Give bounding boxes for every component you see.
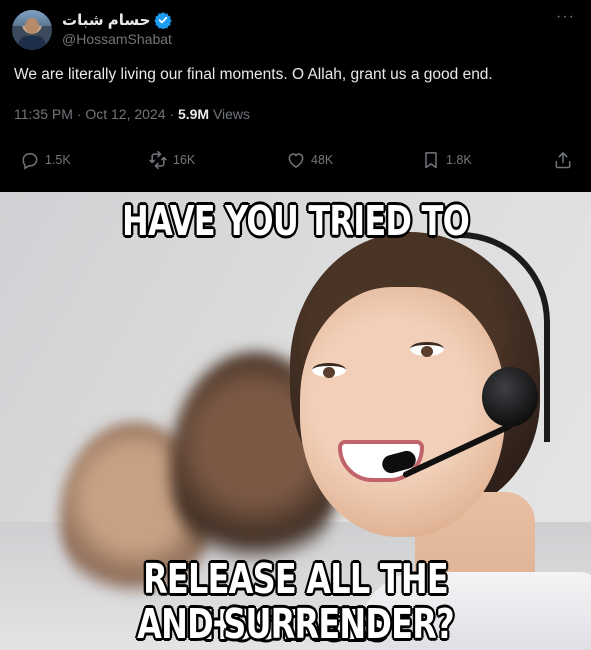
like-icon [288, 153, 304, 168]
woman-eye-right [410, 342, 444, 357]
reply-icon [22, 153, 38, 170]
avatar-shirt [18, 36, 46, 50]
more-icon[interactable]: ··· [556, 8, 575, 26]
author-handle[interactable]: @HossamShabat [62, 31, 172, 47]
tweet-card: حسام شبات @HossamShabat ··· We are liter… [0, 0, 591, 192]
bookmark-count: 1.8K [446, 153, 472, 167]
views-count: 5.9M [177, 106, 210, 122]
avatar[interactable] [12, 10, 52, 50]
woman-eye-left [312, 363, 346, 378]
meme-image[interactable]: HAVE YOU TRIED TO RELEASE ALL THE HOSTAG… [0, 192, 591, 650]
meme-top-caption: HAVE YOU TRIED TO [121, 197, 470, 245]
meme-bottom-caption-line2: AND SURRENDER? [137, 600, 454, 648]
bookmark-button[interactable]: 1.8K [421, 150, 472, 170]
like-count: 48K [311, 153, 334, 167]
tweet-actions: 1.5K 16K 48K 1.8K [0, 150, 591, 178]
repost-button[interactable]: 16K [148, 150, 195, 170]
reply-button[interactable]: 1.5K [20, 150, 71, 170]
repost-count: 16K [173, 153, 196, 167]
share-icon [555, 152, 571, 169]
views-label: Views [209, 106, 251, 122]
bookmark-icon [425, 152, 437, 169]
author-name-row[interactable]: حسام شبات [62, 11, 173, 29]
repost-icon [149, 150, 167, 170]
reply-count: 1.5K [45, 153, 71, 167]
share-button[interactable] [553, 150, 573, 170]
tweet-timestamp[interactable]: 11:35 PM · Oct 12, 2024 · [14, 106, 178, 122]
tweet-text: We are literally living our final moment… [14, 66, 493, 83]
like-button[interactable]: 48K [286, 150, 333, 170]
avatar-face [25, 18, 39, 34]
verified-badge-icon [154, 12, 173, 29]
headset-earcup [482, 367, 538, 427]
tweet-meta: 11:35 PM · Oct 12, 2024 · 5.9M Views [14, 106, 250, 122]
display-name[interactable]: حسام شبات [62, 11, 150, 29]
